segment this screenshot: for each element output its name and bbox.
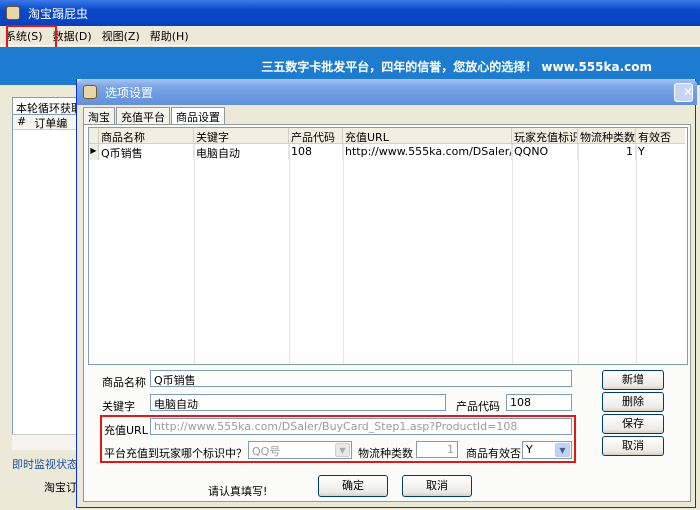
monitor-status-label: 即时监视状态 (12, 458, 78, 470)
cell-recharge-url[interactable]: http://www.555ka.com/DSaler/BuyCard_Step… (343, 144, 512, 160)
menu-help[interactable]: 帮助(H) (145, 28, 194, 44)
logistics-count-label: 物流种类数 (358, 447, 413, 460)
grid-line (578, 144, 579, 364)
save-button[interactable]: 保存 (602, 414, 664, 434)
table-row[interactable]: ▶ Q币销售 电脑自动 108 http://www.555ka.com/DSa… (89, 144, 687, 160)
row-selector-header (89, 128, 99, 144)
tab-product-settings[interactable]: 商品设置 (171, 107, 225, 125)
app-icon (6, 6, 20, 20)
tab-loop-fetch[interactable]: 本轮循环获取 (12, 97, 80, 114)
tab-taobao[interactable]: 淘宝 (83, 107, 115, 124)
chevron-down-icon: ▼ (555, 443, 570, 457)
valid-select[interactable]: Y ▼ (522, 441, 572, 459)
player-flag-label: 平台充值到玩家哪个标识中？ (104, 447, 247, 460)
ok-button[interactable]: 确定 (318, 475, 388, 497)
chevron-down-icon: ▼ (335, 443, 350, 457)
product-name-input[interactable]: Q币销售 (150, 370, 572, 387)
taobao-order-label: 淘宝订 (44, 481, 77, 493)
column-valid[interactable]: 有效否 (636, 128, 685, 144)
grid-line (289, 144, 290, 364)
product-code-label: 产品代码 (456, 400, 500, 413)
main-window-title: 淘宝蹋屁虫 (28, 6, 89, 21)
row-pointer-icon: ▶ (89, 144, 99, 160)
dialog-titlebar: 选项设置 ✕ (77, 79, 697, 105)
product-code-input[interactable]: 108 (506, 394, 572, 411)
hint-text: 请认真填写! (208, 485, 268, 498)
delete-button[interactable]: 删除 (602, 392, 664, 412)
close-icon: ✕ (683, 85, 694, 99)
horizontal-scrollbar[interactable] (12, 434, 80, 450)
column-keyword[interactable]: 关键字 (194, 128, 289, 144)
dialog-title: 选项设置 (105, 85, 154, 100)
main-window-titlebar: 淘宝蹋屁虫 (0, 0, 700, 26)
tab-recharge-platform[interactable]: 充值平台 (116, 107, 170, 124)
cancel-edit-button[interactable]: 取消 (602, 436, 664, 456)
player-flag-value: QQ号 (252, 445, 281, 458)
banner-text: 三五数字卡批发平台，四年的信誉，您放心的选择！ www.555ka.com (261, 59, 652, 74)
cell-player-flag[interactable]: QQNO (512, 144, 578, 160)
cell-valid[interactable]: Y (636, 144, 685, 160)
grid-line (343, 144, 344, 364)
product-settings-panel: 商品名称 关键字 产品代码 充值URL 玩家充值标识 物流种类数 有效否 ▶ Q… (83, 124, 691, 502)
grid-line (194, 144, 195, 364)
dialog-tabs: 淘宝 充值平台 商品设置 (83, 107, 226, 125)
column-player-flag[interactable]: 玩家充值标识 (512, 128, 578, 144)
column-product-code[interactable]: 产品代码 (289, 128, 343, 144)
column-logistics-count[interactable]: 物流种类数 (578, 128, 636, 144)
menu-bar: 系统(S) 数据(D) 视图(Z) 帮助(H) (0, 26, 700, 46)
cell-product-name[interactable]: Q币销售 (99, 144, 194, 160)
valid-label: 商品有效否 (466, 447, 521, 460)
order-list-header: # 订单编 (13, 115, 79, 130)
product-grid: 商品名称 关键字 产品代码 充值URL 玩家充值标识 物流种类数 有效否 ▶ Q… (88, 127, 688, 365)
recharge-url-label: 充值URL (104, 424, 148, 437)
add-button[interactable]: 新增 (602, 370, 664, 390)
dialog-icon (83, 85, 97, 99)
column-product-name[interactable]: 商品名称 (99, 128, 194, 144)
column-order-no[interactable]: 订单编 (30, 115, 71, 130)
keyword-input[interactable]: 电脑自动 (150, 394, 446, 411)
cell-product-code[interactable]: 108 (289, 144, 343, 160)
recharge-url-input[interactable]: http://www.555ka.com/DSaler/BuyCard_Step… (150, 418, 572, 435)
grid-line (636, 144, 637, 364)
close-button[interactable]: ✕ (674, 83, 693, 102)
valid-value: Y (526, 443, 533, 456)
cell-logistics-count[interactable]: 1 (578, 144, 636, 160)
grid-header-row: 商品名称 关键字 产品代码 充值URL 玩家充值标识 物流种类数 有效否 (89, 128, 687, 144)
column-index[interactable]: # (13, 115, 30, 129)
grid-line (512, 144, 513, 364)
menu-view[interactable]: 视图(Z) (97, 28, 145, 44)
cell-keyword[interactable]: 电脑自动 (194, 144, 289, 160)
cancel-button[interactable]: 取消 (402, 475, 472, 497)
logistics-count-input[interactable]: 1 (416, 441, 458, 458)
options-dialog: 选项设置 ✕ 淘宝 充值平台 商品设置 商品名称 关键字 产品代码 充值URL … (76, 79, 697, 508)
player-flag-select[interactable]: QQ号 ▼ (248, 441, 352, 459)
screen: 淘宝蹋屁虫 系统(S) 数据(D) 视图(Z) 帮助(H) 三五数字卡批发平台，… (0, 0, 700, 510)
order-list: # 订单编 (12, 114, 80, 450)
column-recharge-url[interactable]: 充值URL (343, 128, 512, 144)
keyword-label: 关键字 (102, 400, 135, 413)
product-name-label: 商品名称 (102, 376, 146, 389)
